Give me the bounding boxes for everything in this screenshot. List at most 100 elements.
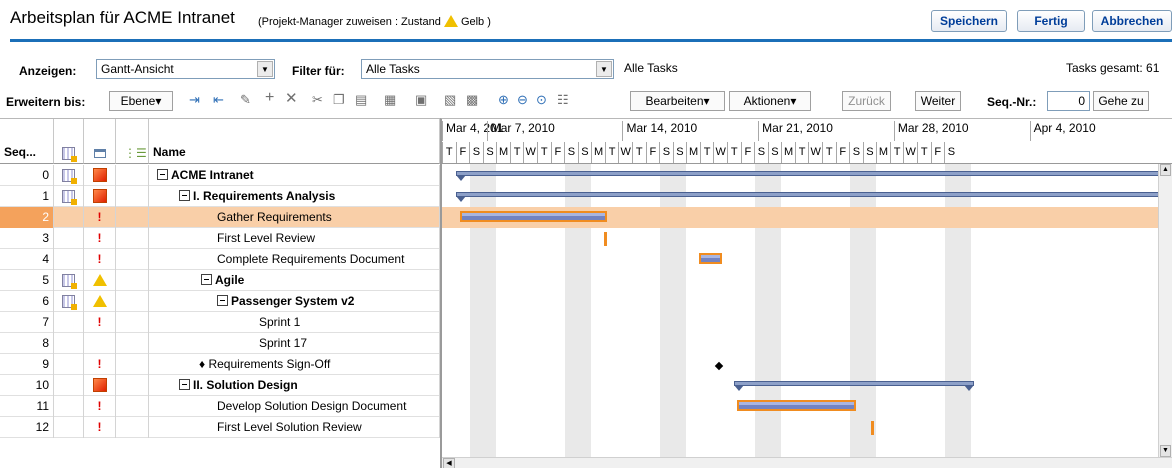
summary-bar[interactable] [456, 192, 1172, 202]
task-name-cell[interactable]: ♦ Requirements Sign-Off [149, 354, 440, 375]
scroll-down-icon[interactable]: ▼ [1160, 445, 1171, 457]
collapse-icon[interactable] [157, 169, 168, 180]
delete-icon[interactable]: ✕ [285, 91, 298, 106]
yellow-warning-icon [92, 274, 107, 286]
copy-icon[interactable]: ❐ [333, 93, 345, 107]
seq-input[interactable]: 0 [1047, 91, 1090, 111]
indent-icon[interactable]: ⇥ [189, 93, 200, 107]
actions-dropdown[interactable]: Aktionen▾ [729, 91, 811, 111]
task-total: Tasks gesamt: 61 [1066, 61, 1160, 75]
summary-bar[interactable] [734, 381, 974, 391]
save-icon[interactable]: ▩ [466, 93, 478, 107]
name-header-label: Name [153, 145, 186, 159]
view-select[interactable]: Gantt-Ansicht ▼ [96, 59, 275, 79]
schedule-cell [54, 396, 84, 417]
columns-icon[interactable]: ☷ [557, 93, 569, 107]
table-row[interactable]: 7! Sprint 1 [0, 312, 440, 333]
lines-icon: ⋮☰ [124, 146, 147, 160]
task-name-cell[interactable]: Complete Requirements Document [149, 249, 440, 270]
back-button[interactable]: Zurück [842, 91, 891, 111]
add-icon[interactable]: + [265, 90, 274, 106]
zoom-out-icon[interactable]: ⊖ [517, 93, 528, 107]
task-name-cell[interactable]: Gather Requirements [149, 207, 440, 228]
schedule-health-icon [62, 147, 77, 162]
zoom-fit-icon[interactable]: ⊙ [536, 93, 547, 107]
exception-cell: ! [84, 417, 116, 438]
priority-column-header[interactable]: ⋮☰ [116, 119, 149, 164]
task-name-cell[interactable]: Sprint 17 [149, 333, 440, 354]
task-bar[interactable] [737, 400, 856, 411]
scroll-up-icon[interactable]: ▲ [1160, 164, 1171, 176]
save-button[interactable]: Speichern [931, 10, 1007, 32]
table-row[interactable]: 6 Passenger System v2 [0, 291, 440, 312]
subtitle-prefix: (Projekt-Manager zuweisen : Zustand [258, 16, 441, 28]
table-row[interactable]: 0 ACME Intranet [0, 165, 440, 186]
calendar-icon[interactable]: ▣ [415, 93, 427, 107]
day-label: T [604, 142, 619, 163]
grid-icon[interactable]: ▦ [384, 93, 396, 107]
day-label: T [916, 142, 931, 163]
yellow-warning-icon [92, 295, 107, 307]
week-label: Mar 7, 2010 [486, 121, 555, 141]
day-label: T [536, 142, 551, 163]
table-row[interactable]: 2! Gather Requirements [0, 207, 440, 228]
table-row[interactable]: 3! First Level Review [0, 228, 440, 249]
seq-column-header[interactable]: Seq... [0, 119, 54, 164]
schedule-cell [54, 354, 84, 375]
task-name-cell[interactable]: Develop Solution Design Document [149, 396, 440, 417]
schedule-column-header[interactable] [54, 119, 84, 164]
edit-dropdown[interactable]: Bearbeiten▾ [630, 91, 725, 111]
dropdown-arrow-icon: ▼ [257, 61, 273, 77]
filter-select[interactable]: Alle Tasks ▼ [361, 59, 614, 79]
zoom-in-icon[interactable]: ⊕ [498, 93, 509, 107]
vertical-scrollbar[interactable]: ▲ ▼ [1158, 164, 1172, 457]
filter-label: Filter für: [292, 64, 345, 78]
task-name-cell[interactable]: Sprint 1 [149, 312, 440, 333]
level-dropdown[interactable]: Ebene▾ [109, 91, 173, 111]
task-name-cell[interactable]: First Level Solution Review [149, 417, 440, 438]
schedule-cell [54, 165, 84, 186]
paste-icon[interactable]: ▤ [355, 93, 367, 107]
scroll-left-icon[interactable]: ◀ [443, 458, 455, 468]
task-name-cell[interactable]: ACME Intranet [149, 165, 440, 186]
task-marker[interactable] [871, 421, 874, 435]
milestone-icon[interactable] [714, 361, 724, 371]
cut-icon[interactable]: ✂ [312, 93, 323, 107]
outdent-icon[interactable]: ⇤ [213, 93, 224, 107]
task-name-cell[interactable]: I. Requirements Analysis [149, 186, 440, 207]
name-column-header[interactable]: Name [149, 119, 440, 164]
collapse-icon[interactable] [217, 295, 228, 306]
task-name-cell[interactable]: First Level Review [149, 228, 440, 249]
task-bar[interactable] [699, 253, 722, 264]
table-row[interactable]: 11! Develop Solution Design Document [0, 396, 440, 417]
exclamation-icon: ! [97, 420, 102, 434]
task-bar[interactable] [460, 211, 607, 222]
collapse-icon[interactable] [179, 379, 190, 390]
task-name-cell[interactable]: Passenger System v2 [149, 291, 440, 312]
collapse-icon[interactable] [201, 274, 212, 285]
cancel-button[interactable]: Abbrechen [1092, 10, 1172, 32]
table-row[interactable]: 12! First Level Solution Review [0, 417, 440, 438]
seq-header-label: Seq... [4, 145, 37, 159]
horizontal-scrollbar[interactable]: ◀ [442, 457, 1172, 468]
collapse-icon[interactable] [179, 190, 190, 201]
done-button[interactable]: Fertig [1017, 10, 1085, 32]
table-row[interactable]: 9! ♦ Requirements Sign-Off [0, 354, 440, 375]
export-icon[interactable]: ▧ [444, 93, 456, 107]
gantt-chart: Mar 4, 201 Mar 7, 2010 Mar 14, 2010 Mar 21,… [440, 118, 1172, 468]
goto-button[interactable]: Gehe zu [1093, 91, 1149, 111]
table-row[interactable]: 1 I. Requirements Analysis [0, 186, 440, 207]
task-name: II. Solution Design [193, 378, 298, 392]
task-name-cell[interactable]: II. Solution Design [149, 375, 440, 396]
exception-column-header[interactable] [84, 119, 116, 164]
table-row[interactable]: 10 II. Solution Design [0, 375, 440, 396]
day-label: F [835, 142, 850, 163]
table-row[interactable]: 5 Agile [0, 270, 440, 291]
task-name-cell[interactable]: Agile [149, 270, 440, 291]
next-button[interactable]: Weiter [915, 91, 961, 111]
edit-icon[interactable]: ✎ [240, 93, 251, 107]
table-row[interactable]: 4! Complete Requirements Document [0, 249, 440, 270]
summary-bar[interactable] [456, 171, 1172, 181]
table-row[interactable]: 8 Sprint 17 [0, 333, 440, 354]
task-marker[interactable] [604, 232, 607, 246]
